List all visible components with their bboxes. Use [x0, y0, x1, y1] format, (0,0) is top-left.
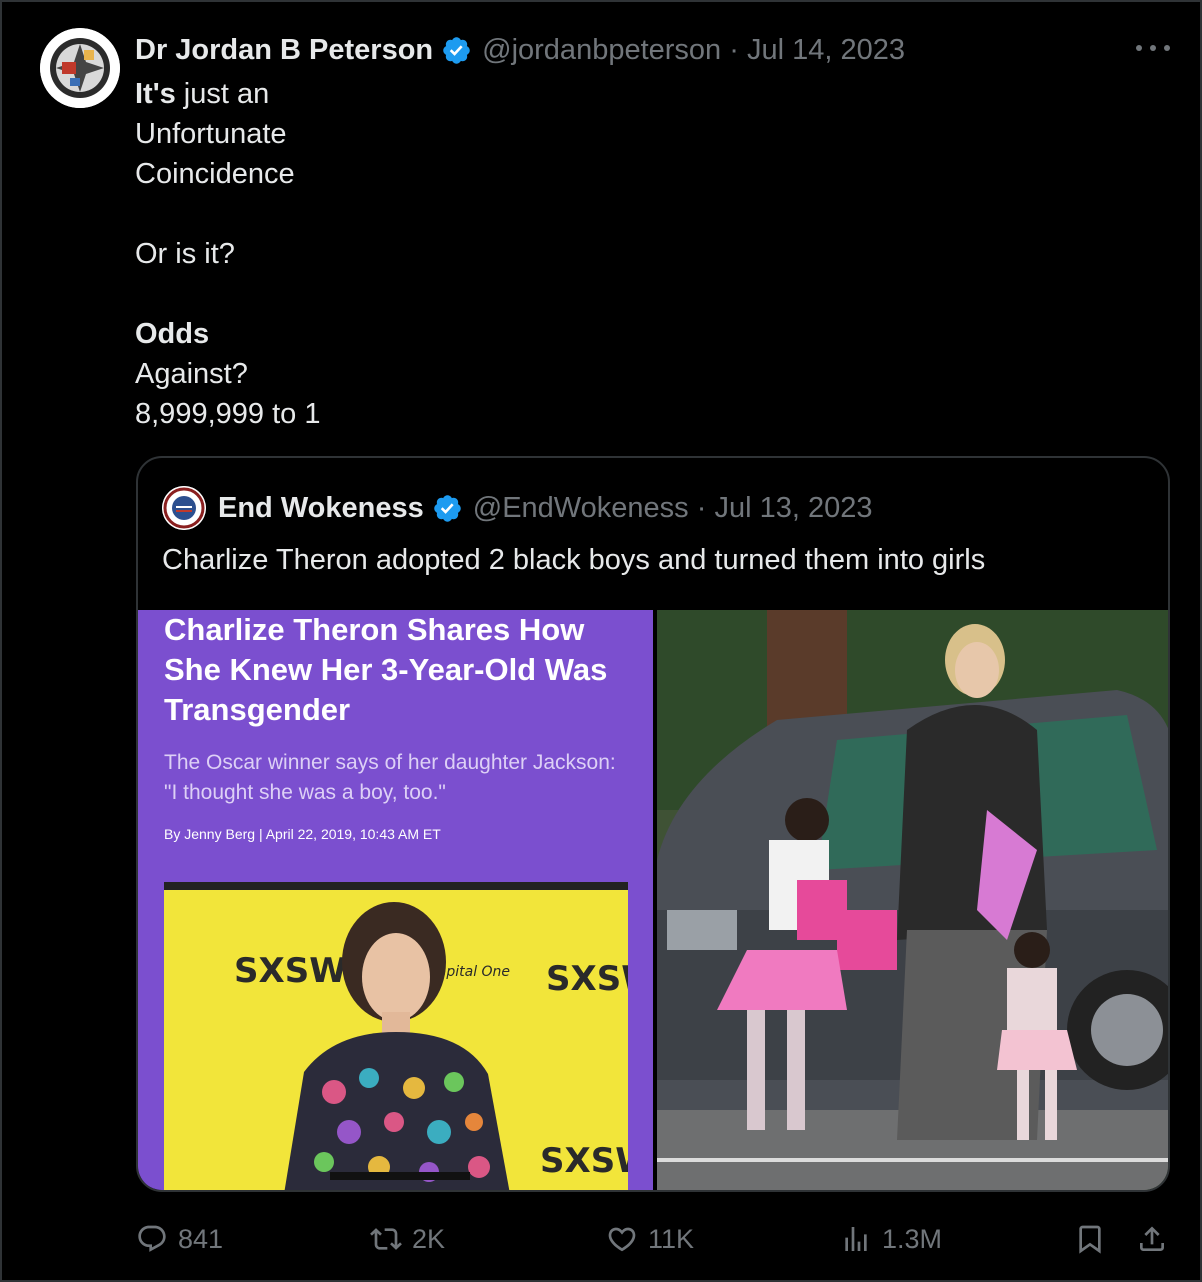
- bookmark-icon: [1079, 1225, 1101, 1254]
- like-count: 11K: [648, 1223, 695, 1254]
- like-button[interactable]: 11K: [606, 1214, 694, 1264]
- street-photo-image[interactable]: [657, 610, 1168, 1190]
- meta-separator: ·: [696, 491, 707, 524]
- quoted-author-avatar[interactable]: [162, 486, 206, 530]
- repost-count: 2K: [412, 1223, 446, 1254]
- views-icon: [845, 1227, 867, 1251]
- article-byline: By Jenny Berg | April 22, 2019, 10:43 AM…: [164, 826, 441, 842]
- tweet-line: Unfortunate: [135, 118, 287, 150]
- article-dek: The Oscar winner says of her daughter Ja…: [164, 751, 616, 804]
- like-icon: [608, 1227, 636, 1252]
- reply-count: 841: [178, 1223, 224, 1254]
- more-options-icon[interactable]: [1136, 36, 1170, 60]
- verified-badge-icon: [443, 36, 470, 64]
- verified-badge-icon: [434, 494, 461, 522]
- tweet-line: Or is it?: [135, 238, 235, 270]
- red-carpet-photo: SXSW SXSW Capital One SXSW: [164, 882, 628, 1190]
- repost-button[interactable]: 2K: [370, 1214, 445, 1264]
- quoted-author-handle[interactable]: @EndWokeness: [473, 492, 689, 525]
- tweet-line: It's just an: [135, 78, 270, 110]
- tweet-line: Against?: [135, 358, 248, 390]
- tweet-line: [135, 194, 1135, 234]
- tweet-date[interactable]: Jul 14, 2023: [747, 34, 905, 67]
- tweet-line: Coincidence: [135, 158, 295, 190]
- quoted-date[interactable]: Jul 13, 2023: [714, 492, 872, 525]
- reply-button[interactable]: 841: [136, 1214, 223, 1264]
- backdrop-logo: SXSW: [540, 1141, 628, 1181]
- bookmark-button[interactable]: [1074, 1214, 1116, 1264]
- author-name[interactable]: Dr Jordan B Peterson: [135, 34, 433, 67]
- author-handle[interactable]: @jordanbpeterson: [482, 34, 721, 67]
- tweet-header: Dr Jordan B Peterson @jordanbpeterson · …: [135, 30, 905, 70]
- tweet-body: It's just an Unfortunate Coincidence Or …: [135, 74, 1135, 434]
- tweet-container: Dr Jordan B Peterson @jordanbpeterson · …: [0, 0, 1202, 1282]
- author-avatar[interactable]: [40, 28, 120, 108]
- quoted-tweet[interactable]: End Wokeness @EndWokeness · Jul 13, 2023…: [136, 456, 1170, 1192]
- views-button[interactable]: 1.3M: [840, 1214, 942, 1264]
- meta-separator: ·: [729, 33, 739, 66]
- article-screenshot-image[interactable]: Charlize Theron Shares How She Knew Her …: [138, 610, 653, 1190]
- quoted-media[interactable]: Charlize Theron Shares How She Knew Her …: [138, 610, 1168, 1190]
- quoted-header: End Wokeness @EndWokeness · Jul 13, 2023: [218, 488, 872, 528]
- tweet-line: Odds: [135, 318, 210, 350]
- tweet-line: [135, 274, 1135, 314]
- backdrop-logo: SXSW: [234, 951, 347, 991]
- backdrop-logo: SXSW: [546, 959, 628, 999]
- repost-icon: [370, 1228, 402, 1250]
- quoted-text: Charlize Theron adopted 2 black boys and…: [162, 544, 986, 576]
- share-button[interactable]: [1136, 1214, 1178, 1264]
- reply-icon: [138, 1225, 166, 1252]
- article-headline: Charlize Theron Shares How She Knew Her …: [164, 612, 608, 727]
- action-bar: 841 2K 11K 1.3M: [2, 1214, 1202, 1264]
- quoted-author-name[interactable]: End Wokeness: [218, 492, 424, 525]
- tweet-line: 8,999,999 to 1: [135, 398, 321, 430]
- share-icon: [1140, 1226, 1164, 1251]
- views-count: 1.3M: [882, 1223, 943, 1254]
